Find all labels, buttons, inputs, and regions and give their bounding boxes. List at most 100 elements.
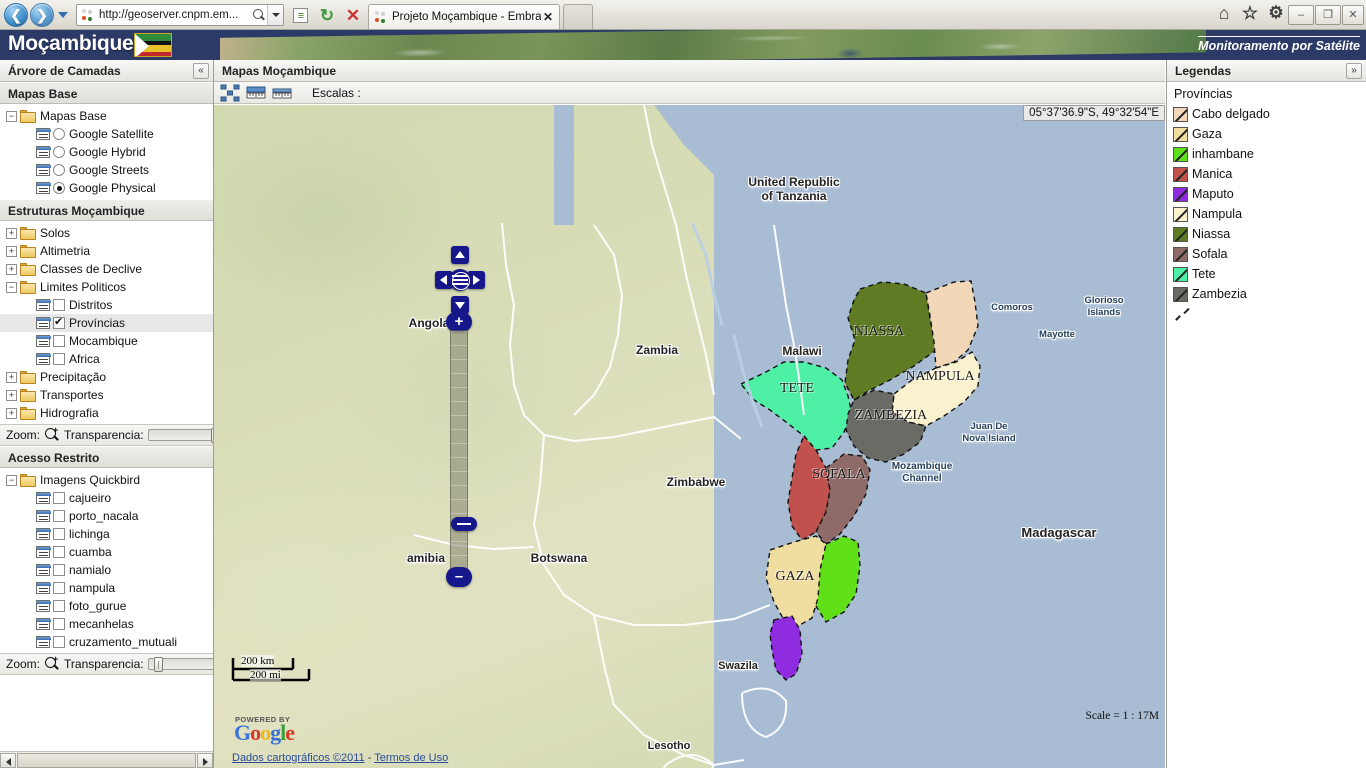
browser-tab[interactable]: Projeto Moçambique - Embra... ✕: [368, 4, 560, 29]
tree-node-namialo[interactable]: namialo: [0, 561, 213, 579]
search-icon[interactable]: [249, 5, 267, 25]
layer-icon[interactable]: [36, 600, 51, 612]
checkbox-cruzamento-mutuali[interactable]: [53, 636, 65, 648]
expand-icon[interactable]: +: [6, 263, 17, 275]
expand-icon[interactable]: +: [6, 227, 17, 239]
zoom-out-button[interactable]: –: [446, 567, 472, 587]
checkbox-distritos[interactable]: [53, 299, 65, 311]
collapse-left-panel-button[interactable]: «: [193, 63, 209, 79]
layer-icon[interactable]: [36, 146, 51, 158]
tree-node-mocambique[interactable]: Mocambique: [0, 332, 213, 350]
favorites-button[interactable]: ☆: [1240, 3, 1264, 27]
zoom-to-layer-icon[interactable]: +: [44, 425, 60, 443]
tree-node-solos[interactable]: + Solos: [0, 224, 213, 242]
tree-node-hidrografia[interactable]: + Hidrografia: [0, 404, 213, 422]
scroll-left-arrow-icon[interactable]: [0, 752, 16, 768]
province-maputo[interactable]: [769, 615, 803, 681]
expand-icon[interactable]: +: [6, 407, 17, 419]
terms-link[interactable]: Termos de Uso: [374, 752, 448, 764]
tree-node-prov-ncias[interactable]: Províncias: [0, 314, 213, 332]
maximize-button[interactable]: ❐: [1315, 5, 1341, 25]
zoom-in-button[interactable]: +: [446, 312, 472, 332]
map-canvas[interactable]: United Republic of Tanzania Angola Zambia Ma…: [214, 105, 1165, 768]
layer-icon[interactable]: [36, 182, 51, 194]
checkbox-mecanhelas[interactable]: [53, 618, 65, 630]
layer-icon[interactable]: [36, 546, 51, 558]
zoom-slider[interactable]: + –: [446, 312, 477, 587]
tree-node-africa[interactable]: Africa: [0, 350, 213, 368]
layer-icon[interactable]: [36, 636, 51, 648]
expand-icon[interactable]: +: [6, 245, 17, 257]
layer-icon[interactable]: [36, 564, 51, 576]
globe-icon[interactable]: [449, 269, 471, 291]
forward-button[interactable]: ❯: [30, 3, 54, 27]
province-gaza[interactable]: [765, 535, 827, 627]
provinces-layer[interactable]: [214, 105, 1165, 768]
expand-icon[interactable]: +: [6, 371, 17, 383]
scroll-right-arrow-icon[interactable]: [197, 752, 213, 768]
tab-close-icon[interactable]: ✕: [541, 10, 555, 24]
tree-node-google-hybrid[interactable]: Google Hybrid: [0, 143, 213, 161]
tree-node-nampula[interactable]: nampula: [0, 579, 213, 597]
tree-node-cajueiro[interactable]: cajueiro: [0, 489, 213, 507]
checkbox-cajueiro[interactable]: [53, 492, 65, 504]
tree-node-mapas-base[interactable]: − Mapas Base: [0, 107, 213, 125]
expand-icon[interactable]: +: [6, 389, 17, 401]
history-dropdown-icon[interactable]: [57, 10, 69, 20]
tree-node-cruzamento-mutuali[interactable]: cruzamento_mutuali: [0, 633, 213, 651]
layer-icon[interactable]: [36, 353, 51, 365]
layer-icon[interactable]: [36, 510, 51, 522]
pan-control[interactable]: [435, 246, 485, 314]
stop-button[interactable]: ✕: [342, 5, 362, 25]
scrollbar-thumb[interactable]: [17, 752, 196, 768]
transparency-slider[interactable]: [147, 428, 213, 443]
tree-node-cuamba[interactable]: cuamba: [0, 543, 213, 561]
tree-node-limites-politicos[interactable]: − Limites Politicos: [0, 278, 213, 296]
map-data-link[interactable]: Dados cartográficos ©2011: [232, 752, 365, 764]
layer-icon[interactable]: [36, 335, 51, 347]
tree-node-porto-nacala[interactable]: porto_nacala: [0, 507, 213, 525]
transparency-slider[interactable]: [147, 657, 213, 672]
checkbox-lichinga[interactable]: [53, 528, 65, 540]
layer-icon[interactable]: [36, 164, 51, 176]
checkbox-cuamba[interactable]: [53, 546, 65, 558]
radio-google-physical[interactable]: [53, 182, 65, 194]
radio-google-streets[interactable]: [53, 164, 65, 176]
checkbox-foto-gurue[interactable]: [53, 600, 65, 612]
horizontal-scrollbar[interactable]: [0, 751, 213, 768]
url-input[interactable]: http://geoserver.cnpm.em...: [97, 9, 249, 21]
tree-node-foto-gurue[interactable]: foto_gurue: [0, 597, 213, 615]
tree-node-google-streets[interactable]: Google Streets: [0, 161, 213, 179]
tree-node-imagens-quickbird[interactable]: − Imagens Quickbird: [0, 471, 213, 489]
checkbox-namialo[interactable]: [53, 564, 65, 576]
chevron-down-icon[interactable]: [267, 5, 283, 25]
layer-icon[interactable]: [36, 582, 51, 594]
minimize-button[interactable]: –: [1288, 5, 1314, 25]
tree-node-precipita-o[interactable]: + Precipitação: [0, 368, 213, 386]
checkbox-mocambique[interactable]: [53, 335, 65, 347]
checkbox-prov-ncias[interactable]: [53, 316, 65, 329]
layer-icon[interactable]: [36, 128, 51, 140]
collapse-icon[interactable]: −: [6, 474, 17, 486]
new-tab-button[interactable]: [563, 4, 593, 29]
pan-extent-icon[interactable]: [220, 84, 240, 102]
settings-button[interactable]: ⚙: [1266, 3, 1290, 27]
pan-up-button[interactable]: [451, 246, 469, 264]
layer-icon[interactable]: [36, 618, 51, 630]
province-tete[interactable]: [739, 361, 853, 451]
layer-icon[interactable]: [36, 299, 51, 311]
feeds-button[interactable]: ≡: [290, 5, 310, 25]
radio-google-satellite[interactable]: [53, 128, 65, 140]
tree-node-transportes[interactable]: + Transportes: [0, 386, 213, 404]
expand-right-panel-button[interactable]: »: [1346, 63, 1362, 79]
tree-node-lichinga[interactable]: lichinga: [0, 525, 213, 543]
collapse-icon[interactable]: −: [6, 110, 17, 122]
layer-icon[interactable]: [36, 317, 51, 329]
checkbox-africa[interactable]: [53, 353, 65, 365]
zoom-to-layer-icon[interactable]: +: [44, 654, 60, 672]
refresh-button[interactable]: ↻: [316, 5, 336, 25]
checkbox-porto-nacala[interactable]: [53, 510, 65, 522]
tree-node-classes-de-declive[interactable]: + Classes de Declive: [0, 260, 213, 278]
checkbox-nampula[interactable]: [53, 582, 65, 594]
radio-google-hybrid[interactable]: [53, 146, 65, 158]
